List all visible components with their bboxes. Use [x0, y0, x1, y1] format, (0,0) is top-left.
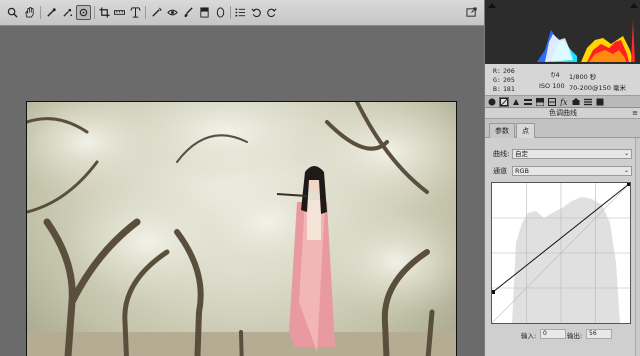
curve-label: 曲线:: [493, 150, 510, 158]
hsl-icon[interactable]: [523, 97, 533, 107]
channel-select-value: RGB: [515, 167, 530, 175]
curve-point-white[interactable]: [627, 183, 630, 186]
svg-text:fx: fx: [560, 98, 568, 106]
panel-title: 色调曲线: [549, 109, 577, 117]
b-label: B:: [493, 85, 501, 93]
lens-corrections-icon[interactable]: [547, 97, 557, 107]
input-field[interactable]: 0: [540, 329, 566, 339]
rotate-cw-icon[interactable]: [264, 5, 279, 20]
iso: ISO 100: [539, 82, 565, 90]
adjustment-brush-icon[interactable]: [181, 5, 196, 20]
curve-subtabs: 参数 点: [485, 119, 640, 138]
presets-icon[interactable]: [583, 97, 593, 107]
chevron-down-icon: ⌄: [623, 150, 629, 157]
tab-point[interactable]: 点: [516, 123, 535, 138]
tone-curve-icon[interactable]: [499, 97, 509, 107]
tone-curve-editor[interactable]: [491, 182, 631, 324]
radial-filter-icon[interactable]: [213, 5, 228, 20]
chevron-down-icon: ⌄: [623, 167, 629, 174]
g-value: 205: [503, 76, 515, 84]
spot-removal-icon[interactable]: [149, 5, 164, 20]
detail-icon[interactable]: [511, 97, 521, 107]
tab-parametric[interactable]: 参数: [489, 123, 515, 138]
eyedropper-icon[interactable]: [44, 5, 59, 20]
input-label: 输入:: [521, 332, 537, 340]
info-readout: R: 206 G: 205 B: 181 f/4 1/800 秒 ISO 100…: [485, 64, 640, 96]
histogram: [485, 0, 640, 64]
adjustment-panel: R: 206 G: 205 B: 181 f/4 1/800 秒 ISO 100…: [484, 0, 640, 356]
color-sampler-icon[interactable]: [60, 5, 75, 20]
crop-icon[interactable]: [97, 5, 112, 20]
curve-select[interactable]: 自定 ⌄: [512, 149, 632, 159]
r-value: 206: [503, 67, 515, 75]
split-toning-icon[interactable]: [535, 97, 545, 107]
r-label: R:: [493, 67, 501, 75]
channel-label: 通道: [493, 167, 507, 175]
hand-icon[interactable]: [22, 5, 37, 20]
snapshots-icon[interactable]: [595, 97, 605, 107]
b-value: 181: [503, 85, 515, 93]
image-viewport[interactable]: [0, 26, 484, 356]
panel-scrollbar[interactable]: [635, 138, 640, 356]
output-field[interactable]: 56: [586, 329, 612, 339]
shadow-clipping-icon[interactable]: [488, 3, 496, 8]
panel-title-bar: 色调曲线 ≡: [485, 108, 640, 119]
panel-menu-icon[interactable]: ≡: [632, 110, 638, 117]
camera-calibration-icon[interactable]: [571, 97, 581, 107]
basic-panel-icon[interactable]: [487, 97, 497, 107]
photo-preview[interactable]: [26, 101, 457, 356]
red-eye-icon[interactable]: [165, 5, 180, 20]
curve-point-black[interactable]: [492, 290, 495, 294]
lens-focal: 70-200@150 毫米: [569, 84, 626, 92]
list-icon[interactable]: [233, 5, 248, 20]
panel-tab-strip: fx: [485, 96, 640, 108]
zoom-icon[interactable]: [5, 5, 20, 20]
g-label: G:: [493, 76, 501, 84]
rotate-ccw-icon[interactable]: [249, 5, 264, 20]
targeted-adjustment-icon[interactable]: [76, 5, 91, 20]
curve-select-value: 自定: [515, 150, 528, 158]
toolbar: [0, 0, 484, 26]
aperture: f/4: [551, 71, 560, 79]
channel-select[interactable]: RGB ⌄: [512, 166, 632, 176]
fullscreen-icon[interactable]: [464, 5, 479, 20]
straighten-icon[interactable]: [112, 5, 127, 20]
highlight-clipping-icon[interactable]: [630, 3, 638, 8]
graduated-filter-icon[interactable]: [197, 5, 212, 20]
output-label: 输出:: [567, 332, 583, 340]
transform-icon[interactable]: [128, 5, 143, 20]
shutter-speed: 1/800 秒: [569, 73, 597, 81]
effects-icon[interactable]: fx: [559, 97, 569, 107]
